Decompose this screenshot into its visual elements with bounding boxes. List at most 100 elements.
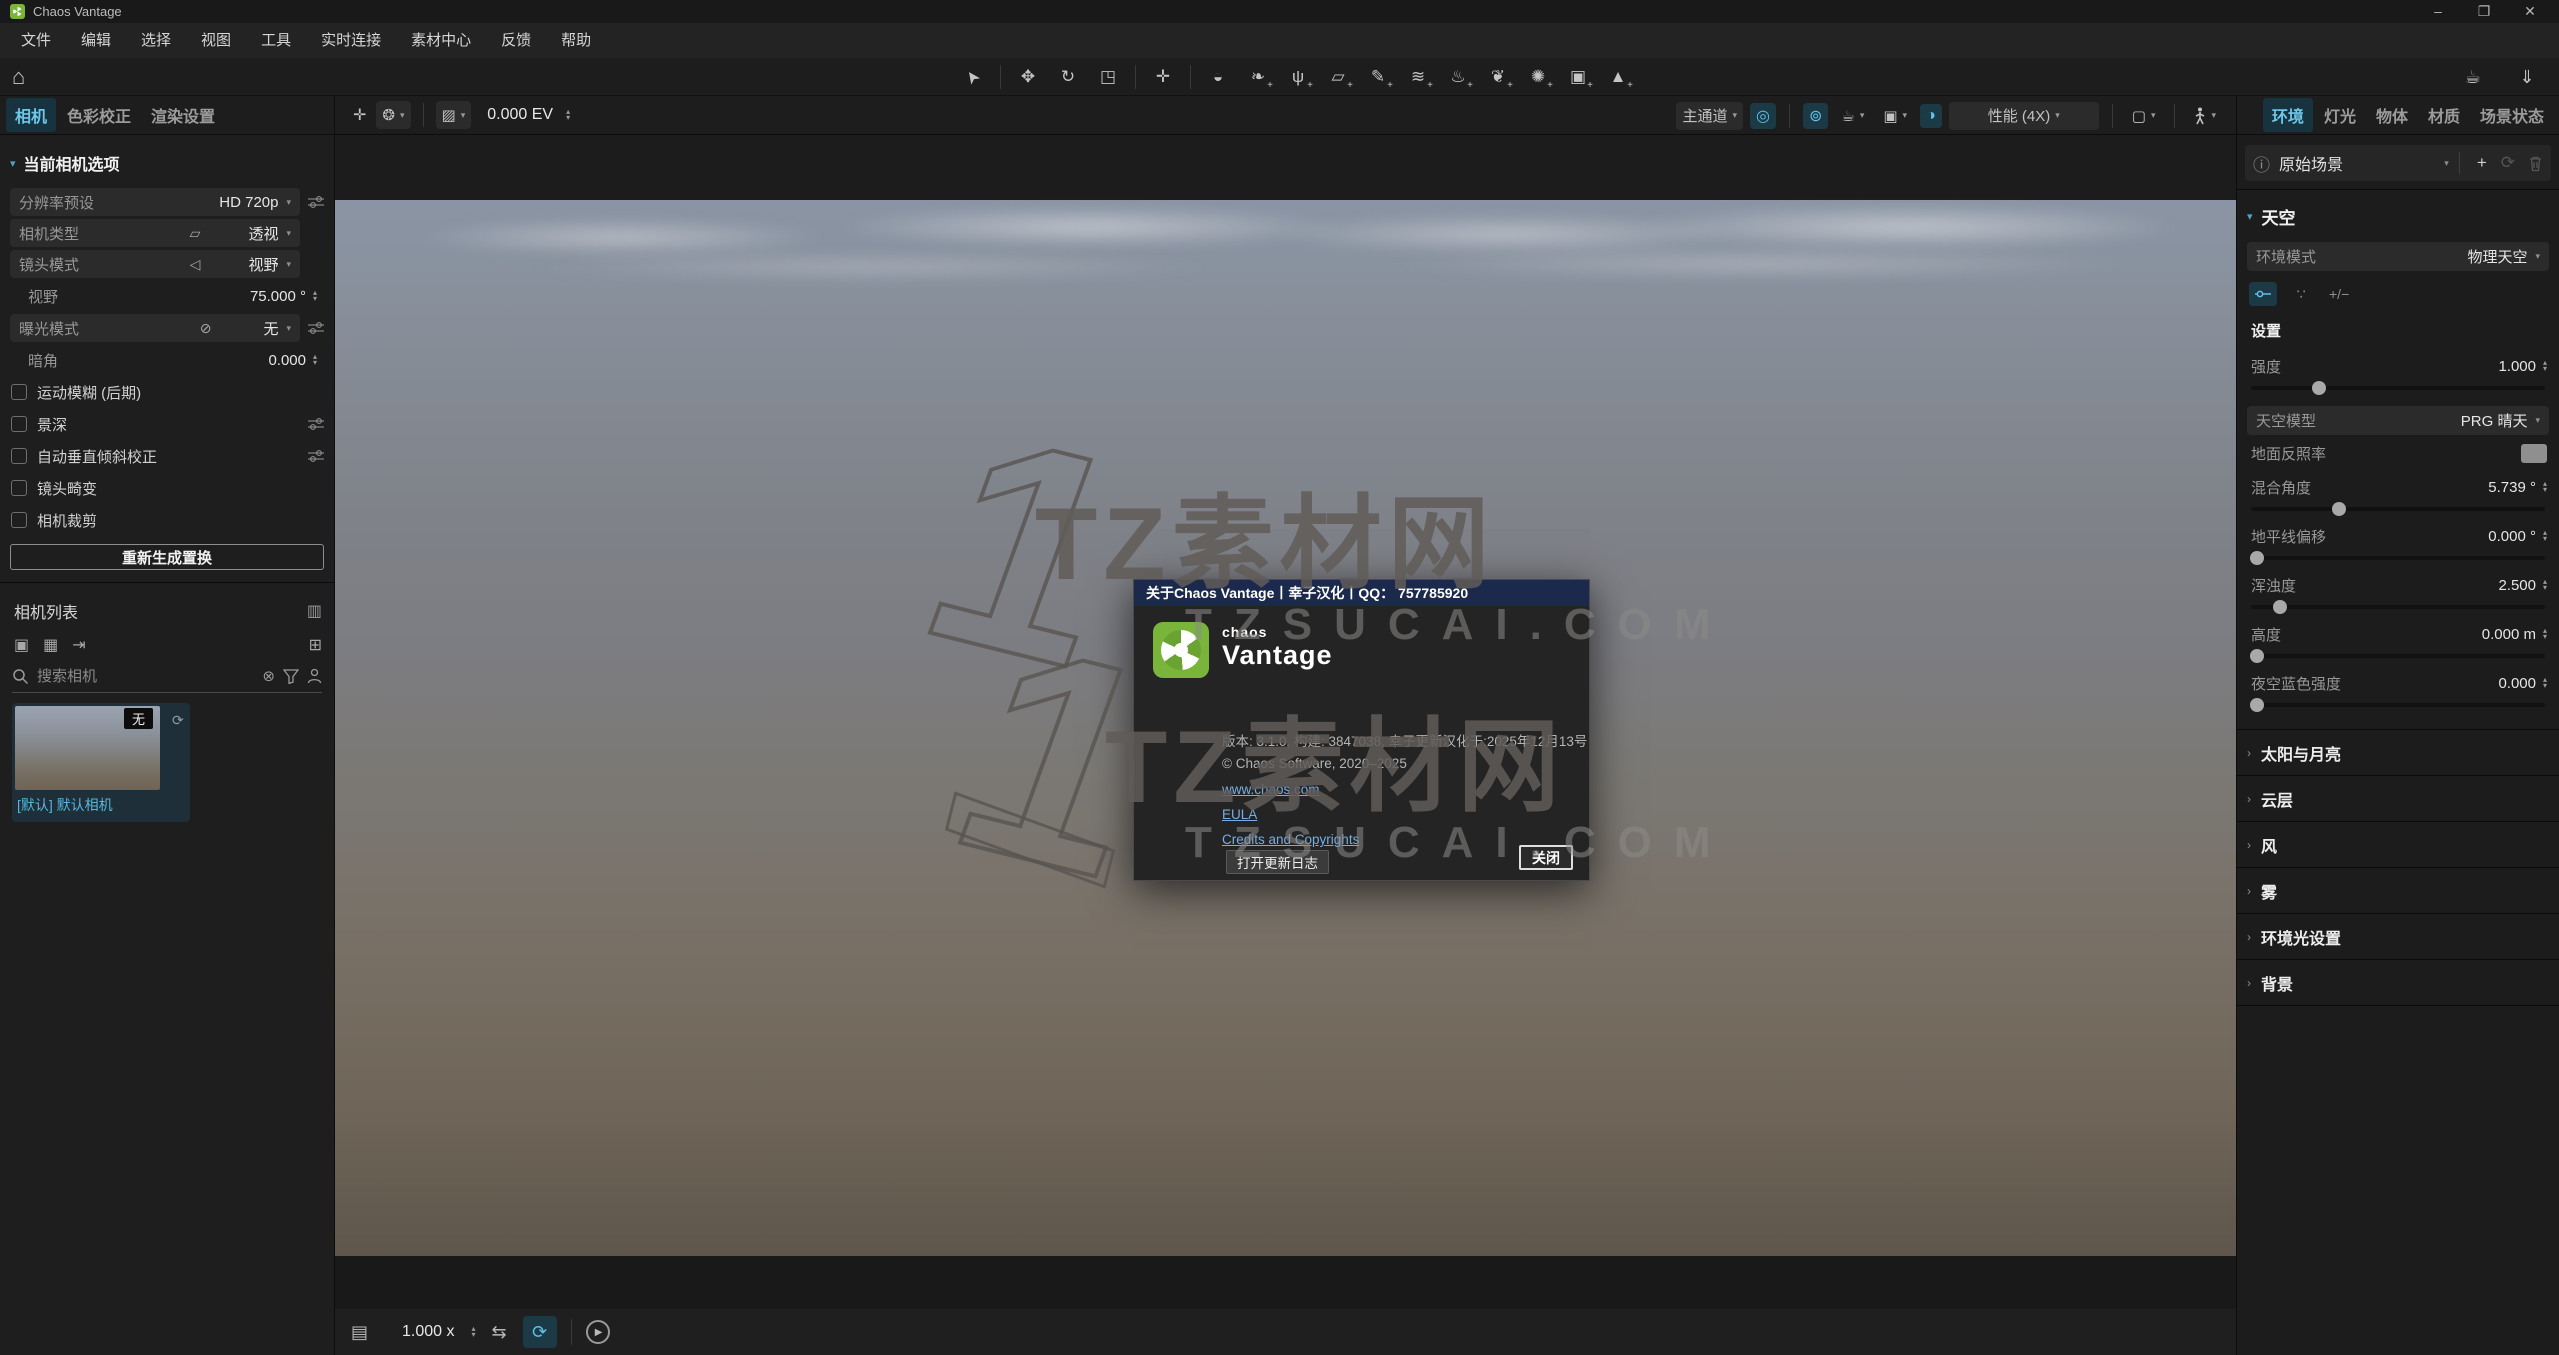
tab-render-settings[interactable]: 渲染设置 <box>142 98 224 132</box>
add-grass-icon[interactable]: ψ <box>1280 62 1316 92</box>
camera-crop-checkbox[interactable] <box>11 512 27 528</box>
menu-select[interactable]: 选择 <box>128 23 184 58</box>
slider-handle[interactable] <box>2250 698 2264 712</box>
add-camera-from-view-icon[interactable]: ▣ <box>14 635 29 655</box>
filter-funnel-icon[interactable] <box>283 669 299 684</box>
settings-sliders-icon[interactable] <box>306 194 326 210</box>
menu-feedback[interactable]: 反馈 <box>488 23 544 58</box>
tab-environment[interactable]: 环境 <box>2263 98 2313 132</box>
turbidity-stepper[interactable]: ▴▾ <box>2543 579 2547 591</box>
clear-search-icon[interactable]: ⊗ <box>262 667 275 685</box>
menu-file[interactable]: 文件 <box>8 23 64 58</box>
close-icon[interactable]: ✕ <box>2507 0 2553 23</box>
depth-of-field-checkbox[interactable] <box>11 416 27 432</box>
refresh-scene-state-icon[interactable]: ⟳ <box>2494 153 2522 173</box>
settings-sliders-icon[interactable] <box>306 416 326 432</box>
blend-angle-slider[interactable] <box>2251 507 2545 511</box>
refresh-thumbnail-icon[interactable]: ⟳ <box>172 712 184 729</box>
turbidity-value[interactable]: 2.500 <box>2498 577 2536 594</box>
auto-exposure-button[interactable]: ▨ ▾ <box>436 101 472 129</box>
play-icon[interactable]: ▶ <box>586 1320 610 1344</box>
select-tool-icon[interactable]: ➤ <box>950 54 995 101</box>
transform-gizmo-icon[interactable]: ✛ <box>1145 62 1181 92</box>
display-settings-button[interactable]: ▢ ▾ <box>2126 102 2162 130</box>
intensity-stepper[interactable]: ▴▾ <box>2543 360 2547 372</box>
import-camera-icon[interactable]: ⇥ <box>72 635 85 655</box>
camera-card[interactable]: 无 ⟳ [默认] 默认相机 <box>12 703 190 822</box>
link-credits[interactable]: Credits and Copyrights <box>1222 832 1359 847</box>
lens-effects-button[interactable]: ❂ ▾ <box>376 101 410 129</box>
move-tool-icon[interactable]: ✥ <box>1010 62 1046 92</box>
user-filter-icon[interactable] <box>307 668 322 684</box>
sky-mode-position-icon[interactable]: ∵ <box>2287 282 2315 306</box>
open-changelog-button[interactable]: 打开更新日志 <box>1226 850 1329 874</box>
add-terrain-icon[interactable]: ▲ <box>1600 62 1636 92</box>
tab-scene-states[interactable]: 场景状态 <box>2471 98 2553 132</box>
asset-teapot-icon[interactable]: ☕ <box>2455 62 2491 92</box>
walkthrough-cycle-icon[interactable]: ⟳ <box>523 1316 557 1348</box>
sky-mode-sliders-icon[interactable] <box>2249 282 2277 306</box>
restore-icon[interactable]: ❐ <box>2461 0 2507 23</box>
tab-lights[interactable]: 灯光 <box>2315 98 2365 132</box>
focus-crosshair-icon[interactable]: ✛ <box>349 105 370 125</box>
delete-scene-state-icon[interactable] <box>2528 155 2543 172</box>
section-fog[interactable]: › 雾 <box>2237 868 2559 913</box>
loop-icon[interactable]: ⇆ <box>486 1322 513 1343</box>
blend-angle-stepper[interactable]: ▴▾ <box>2543 481 2547 493</box>
performance-mode-dropdown[interactable]: 性能 (4X) ▾ <box>1949 102 2099 130</box>
ev-value[interactable]: 0.000 EV <box>487 106 553 124</box>
rotate-tool-icon[interactable]: ↻ <box>1050 62 1086 92</box>
night-sky-value[interactable]: 0.000 <box>2498 675 2536 692</box>
settings-sliders-icon[interactable] <box>306 320 326 336</box>
search-camera-input[interactable] <box>37 668 254 685</box>
speed-stepper[interactable]: ▴▾ <box>472 1326 476 1338</box>
render-channel-dropdown[interactable]: 主通道 ▾ <box>1676 102 1743 130</box>
clapperboard-icon[interactable]: ▤ <box>345 1322 374 1343</box>
blend-angle-value[interactable]: 5.739 ° <box>2488 479 2536 496</box>
folder-add-icon[interactable]: ⊞ <box>309 635 322 655</box>
home-icon[interactable]: ⌂ <box>0 64 37 90</box>
menu-edit[interactable]: 编辑 <box>68 23 124 58</box>
playback-speed-value[interactable]: 1.000 x <box>402 1323 454 1341</box>
intensity-value[interactable]: 1.000 <box>2498 358 2536 375</box>
fov-value[interactable]: 75.000 ° <box>250 288 306 305</box>
camera-type-dropdown[interactable]: 相机类型 ▱ 透视 ▾ <box>10 219 300 247</box>
altitude-slider[interactable] <box>2251 654 2545 658</box>
horizon-offset-stepper[interactable]: ▴▾ <box>2543 530 2547 542</box>
sky-section-header[interactable]: ▾ 天空 <box>2237 190 2559 239</box>
menu-live-link[interactable]: 实时连接 <box>308 23 394 58</box>
add-brush-icon[interactable]: ✎ <box>1360 62 1396 92</box>
ground-albedo-color-swatch[interactable] <box>2521 444 2547 463</box>
section-wind[interactable]: › 风 <box>2237 822 2559 867</box>
add-vegetation-icon[interactable]: ❧ <box>1240 62 1276 92</box>
vignette-stepper[interactable]: ▴▾ <box>313 354 317 366</box>
section-ambient-light[interactable]: › 环境光设置 <box>2237 914 2559 959</box>
screenshot-download-icon[interactable]: ⇓ <box>2509 62 2545 92</box>
menu-asset-center[interactable]: 素材中心 <box>398 23 484 58</box>
environment-mode-dropdown[interactable]: 环境模式 物理天空 ▾ <box>2247 242 2549 271</box>
denoiser-icon[interactable]: ◎ <box>1750 103 1776 129</box>
add-camera-batch-icon[interactable]: ▦ <box>43 635 58 655</box>
exposure-mode-dropdown[interactable]: 曝光模式 ⊘ 无 ▾ <box>10 314 300 342</box>
contrast-icon[interactable]: ◑ <box>1920 104 1942 128</box>
altitude-value[interactable]: 0.000 m <box>2482 626 2536 643</box>
vignette-value[interactable]: 0.000 <box>268 352 306 369</box>
camera-card-caption[interactable]: [默认] 默认相机 <box>15 790 187 819</box>
link-eula[interactable]: EULA <box>1222 807 1257 822</box>
intensity-slider[interactable] <box>2251 386 2545 390</box>
close-dialog-button[interactable]: 关闭 <box>1519 845 1573 870</box>
section-sun-moon[interactable]: › 太阳与月亮 <box>2237 730 2559 775</box>
camera-settings-button[interactable]: ▣ ▾ <box>1877 102 1913 130</box>
menu-view[interactable]: 视图 <box>188 23 244 58</box>
sky-mode-increment-icon[interactable]: +/− <box>2325 282 2353 306</box>
section-clouds[interactable]: › 云层 <box>2237 776 2559 821</box>
link-chaos-website[interactable]: www.chaos.com <box>1222 782 1320 797</box>
turbidity-slider[interactable] <box>2251 605 2545 609</box>
menu-tools[interactable]: 工具 <box>248 23 304 58</box>
menu-help[interactable]: 帮助 <box>548 23 604 58</box>
list-panel-icon[interactable]: ▥ <box>307 601 322 621</box>
global-illumination-icon[interactable]: ⊚ <box>1803 103 1828 129</box>
section-background[interactable]: › 背景 <box>2237 960 2559 1005</box>
slider-handle[interactable] <box>2332 502 2346 516</box>
material-override-button[interactable]: ☕ ▾ <box>1835 102 1870 130</box>
